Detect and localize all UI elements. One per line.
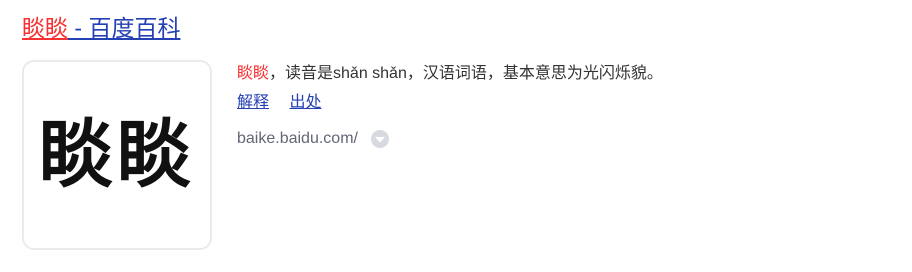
abstract-highlight: 睒睒: [237, 65, 270, 82]
result-source: baike.baidu.com/: [237, 128, 897, 150]
source-url[interactable]: baike.baidu.com/: [237, 128, 358, 150]
sublink-source[interactable]: 出处: [289, 94, 321, 111]
result-title-highlight[interactable]: 睒睒: [22, 15, 68, 41]
thumbnail-character-text: 睒睒: [39, 112, 195, 198]
result-title-rest[interactable]: - 百度百科: [68, 15, 180, 41]
result-thumbnail[interactable]: 睒睒: [22, 60, 212, 250]
result-title-link[interactable]: 睒睒 - 百度百科: [22, 12, 180, 44]
abstract-text: ，读音是shǎn shǎn，汉语词语，基本意思为光闪烁貌。: [269, 65, 663, 82]
chevron-down-icon: [375, 136, 385, 142]
search-result-card: 睒睒 - 百度百科 睒睒 睒睒，读音是shǎn shǎn，汉语词语，基本意思为光…: [0, 0, 912, 272]
sublink-explanation[interactable]: 解释: [237, 94, 269, 111]
result-abstract: 睒睒，读音是shǎn shǎn，汉语词语，基本意思为光闪烁貌。: [237, 62, 897, 86]
chevron-down-circle-icon[interactable]: [370, 130, 389, 148]
result-sublinks: 解释 出处: [237, 92, 897, 114]
result-content: 睒睒，读音是shǎn shǎn，汉语词语，基本意思为光闪烁貌。 解释 出处 ba…: [237, 62, 897, 150]
